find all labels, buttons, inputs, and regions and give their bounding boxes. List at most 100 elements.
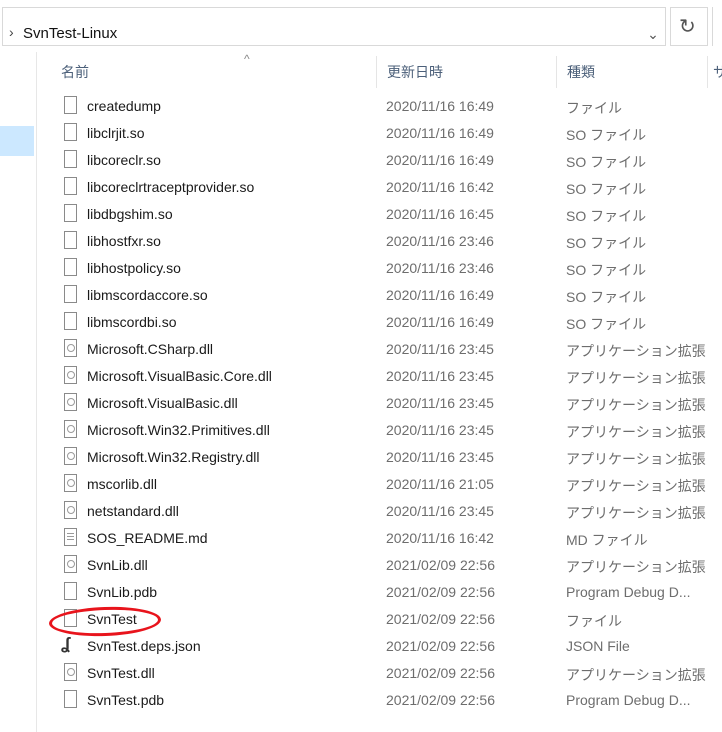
file-row[interactable]: libmscordbi.so 2020/11/16 16:49 SO ファイル (37, 309, 722, 336)
column-name[interactable]: 名前 (61, 62, 89, 82)
file-type: SO ファイル (566, 316, 647, 332)
file-row[interactable]: netstandard.dll 2020/11/16 23:45 アプリケーション拡… (37, 498, 722, 525)
chevron-right-icon[interactable]: › (9, 24, 14, 40)
file-row[interactable]: createdump 2020/11/16 16:49 ファイル (37, 93, 722, 120)
file-name[interactable]: libcoreclr.so (87, 152, 161, 168)
file-name[interactable]: libcoreclrtraceptprovider.so (87, 179, 254, 195)
dll-file-icon (64, 447, 77, 465)
file-date: 2020/11/16 16:49 (386, 314, 494, 330)
column-separator[interactable] (376, 56, 377, 88)
nav-selected-item[interactable] (0, 126, 34, 156)
file-row[interactable]: libclrjit.so 2020/11/16 16:49 SO ファイル (37, 120, 722, 147)
file-name[interactable]: Microsoft.Win32.Primitives.dll (87, 422, 270, 438)
file-type: SO ファイル (566, 289, 647, 305)
file-date: 2020/11/16 23:45 (386, 503, 494, 519)
address-field[interactable]: › SvnTest-Linux ⌄ (2, 7, 666, 46)
text-file-icon (64, 528, 77, 546)
file-name[interactable]: SOS_README.md (87, 530, 208, 546)
file-date: 2021/02/09 22:56 (386, 557, 495, 573)
file-name[interactable]: libclrjit.so (87, 125, 145, 141)
file-row[interactable]: SvnTest.pdb 2021/02/09 22:56 Program Debug… (37, 687, 722, 714)
file-date: 2020/11/16 23:45 (386, 395, 494, 411)
file-row[interactable]: Microsoft.Win32.Registry.dll 2020/11/16 2… (37, 444, 722, 471)
file-name[interactable]: Microsoft.CSharp.dll (87, 341, 213, 357)
blank-file-icon (64, 285, 77, 303)
file-row[interactable]: Microsoft.Win32.Primitives.dll 2020/11/16… (37, 417, 722, 444)
file-name[interactable]: libhostfxr.so (87, 233, 161, 249)
address-path[interactable]: SvnTest-Linux (23, 25, 117, 42)
file-name[interactable]: mscorlib.dll (87, 476, 157, 492)
column-separator[interactable] (556, 56, 557, 88)
file-type: アプリケーション拡張 (566, 451, 706, 467)
file-name[interactable]: SvnTest.pdb (87, 692, 164, 708)
file-name[interactable]: libdbgshim.so (87, 206, 173, 222)
dll-file-icon (64, 474, 77, 492)
file-name[interactable]: SvnTest.dll (87, 665, 155, 681)
blank-file-icon (64, 123, 77, 141)
file-name[interactable]: libmscordbi.so (87, 314, 176, 330)
file-row[interactable]: libhostpolicy.so 2020/11/16 23:46 SO ファイル (37, 255, 722, 282)
file-row[interactable]: Microsoft.VisualBasic.dll 2020/11/16 23:4… (37, 390, 722, 417)
file-type: JSON File (566, 638, 630, 654)
file-row[interactable]: ʆ SvnTest.deps.json 2021/02/09 22:56 JSON F… (37, 633, 722, 660)
file-date: 2020/11/16 23:45 (386, 368, 494, 384)
address-bar: › SvnTest-Linux ⌄ ↻ (0, 0, 713, 52)
file-type: アプリケーション拡張 (566, 505, 706, 521)
file-row[interactable]: Microsoft.VisualBasic.Core.dll 2020/11/16… (37, 363, 722, 390)
blank-file-icon (64, 150, 77, 168)
column-type[interactable]: 種類 (567, 62, 595, 82)
blank-file-icon (64, 204, 77, 222)
file-name[interactable]: Microsoft.VisualBasic.dll (87, 395, 238, 411)
file-name[interactable]: Microsoft.Win32.Registry.dll (87, 449, 259, 465)
file-row[interactable]: libcoreclr.so 2020/11/16 16:49 SO ファイル (37, 147, 722, 174)
refresh-icon: ↻ (679, 16, 696, 38)
file-name[interactable]: createdump (87, 98, 161, 114)
dll-file-icon (64, 393, 77, 411)
file-row[interactable]: libmscordaccore.so 2020/11/16 16:49 SO ファイ… (37, 282, 722, 309)
dll-file-icon (64, 366, 77, 384)
file-date: 2021/02/09 22:56 (386, 665, 495, 681)
file-name[interactable]: libmscordaccore.so (87, 287, 208, 303)
dll-file-icon (64, 339, 77, 357)
file-row[interactable]: SvnLib.dll 2021/02/09 22:56 アプリケーション拡張 (37, 552, 722, 579)
file-date: 2020/11/16 16:45 (386, 206, 494, 222)
file-type: SO ファイル (566, 208, 647, 224)
file-type: ファイル (566, 613, 622, 629)
chevron-down-icon[interactable]: ⌄ (639, 20, 667, 48)
file-type: アプリケーション拡張 (566, 478, 706, 494)
file-name[interactable]: SvnTest.deps.json (87, 638, 201, 654)
column-size[interactable]: サ (713, 62, 722, 82)
file-date: 2021/02/09 22:56 (386, 692, 495, 708)
file-type: アプリケーション拡張 (566, 667, 706, 683)
refresh-button[interactable]: ↻ (670, 7, 708, 46)
dll-file-icon (64, 501, 77, 519)
file-row[interactable]: libhostfxr.so 2020/11/16 23:46 SO ファイル (37, 228, 722, 255)
file-name[interactable]: libhostpolicy.so (87, 260, 181, 276)
column-date[interactable]: 更新日時 (387, 62, 443, 82)
file-type: ファイル (566, 100, 622, 116)
blank-file-icon (64, 231, 77, 249)
column-separator[interactable] (707, 56, 708, 88)
search-box-edge[interactable] (712, 7, 722, 46)
file-row[interactable]: SvnLib.pdb 2021/02/09 22:56 Program Debug … (37, 579, 722, 606)
file-row[interactable]: Microsoft.CSharp.dll 2020/11/16 23:45 アプリケ… (37, 336, 722, 363)
file-date: 2020/11/16 16:42 (386, 179, 494, 195)
file-name[interactable]: Microsoft.VisualBasic.Core.dll (87, 368, 272, 384)
file-row[interactable]: mscorlib.dll 2020/11/16 21:05 アプリケーション拡張 (37, 471, 722, 498)
file-row[interactable]: libdbgshim.so 2020/11/16 16:45 SO ファイル (37, 201, 722, 228)
file-date: 2020/11/16 23:45 (386, 422, 494, 438)
file-name[interactable]: netstandard.dll (87, 503, 179, 519)
dll-file-icon (64, 555, 77, 573)
file-date: 2021/02/09 22:56 (386, 584, 495, 600)
file-row[interactable]: libcoreclrtraceptprovider.so 2020/11/16 1… (37, 174, 722, 201)
column-header: ^ 名前 更新日時 種類 サ (37, 52, 722, 90)
blank-file-icon (64, 582, 77, 600)
file-row[interactable]: SvnTest.dll 2021/02/09 22:56 アプリケーション拡張 (37, 660, 722, 687)
file-type: アプリケーション拡張 (566, 397, 706, 413)
file-name[interactable]: SvnLib.dll (87, 557, 148, 573)
json-file-icon: ʆ (61, 634, 71, 653)
file-date: 2020/11/16 16:49 (386, 98, 494, 114)
file-name[interactable]: SvnLib.pdb (87, 584, 157, 600)
file-row[interactable]: SOS_README.md 2020/11/16 16:42 MD ファイル (37, 525, 722, 552)
file-date: 2021/02/09 22:56 (386, 638, 495, 654)
